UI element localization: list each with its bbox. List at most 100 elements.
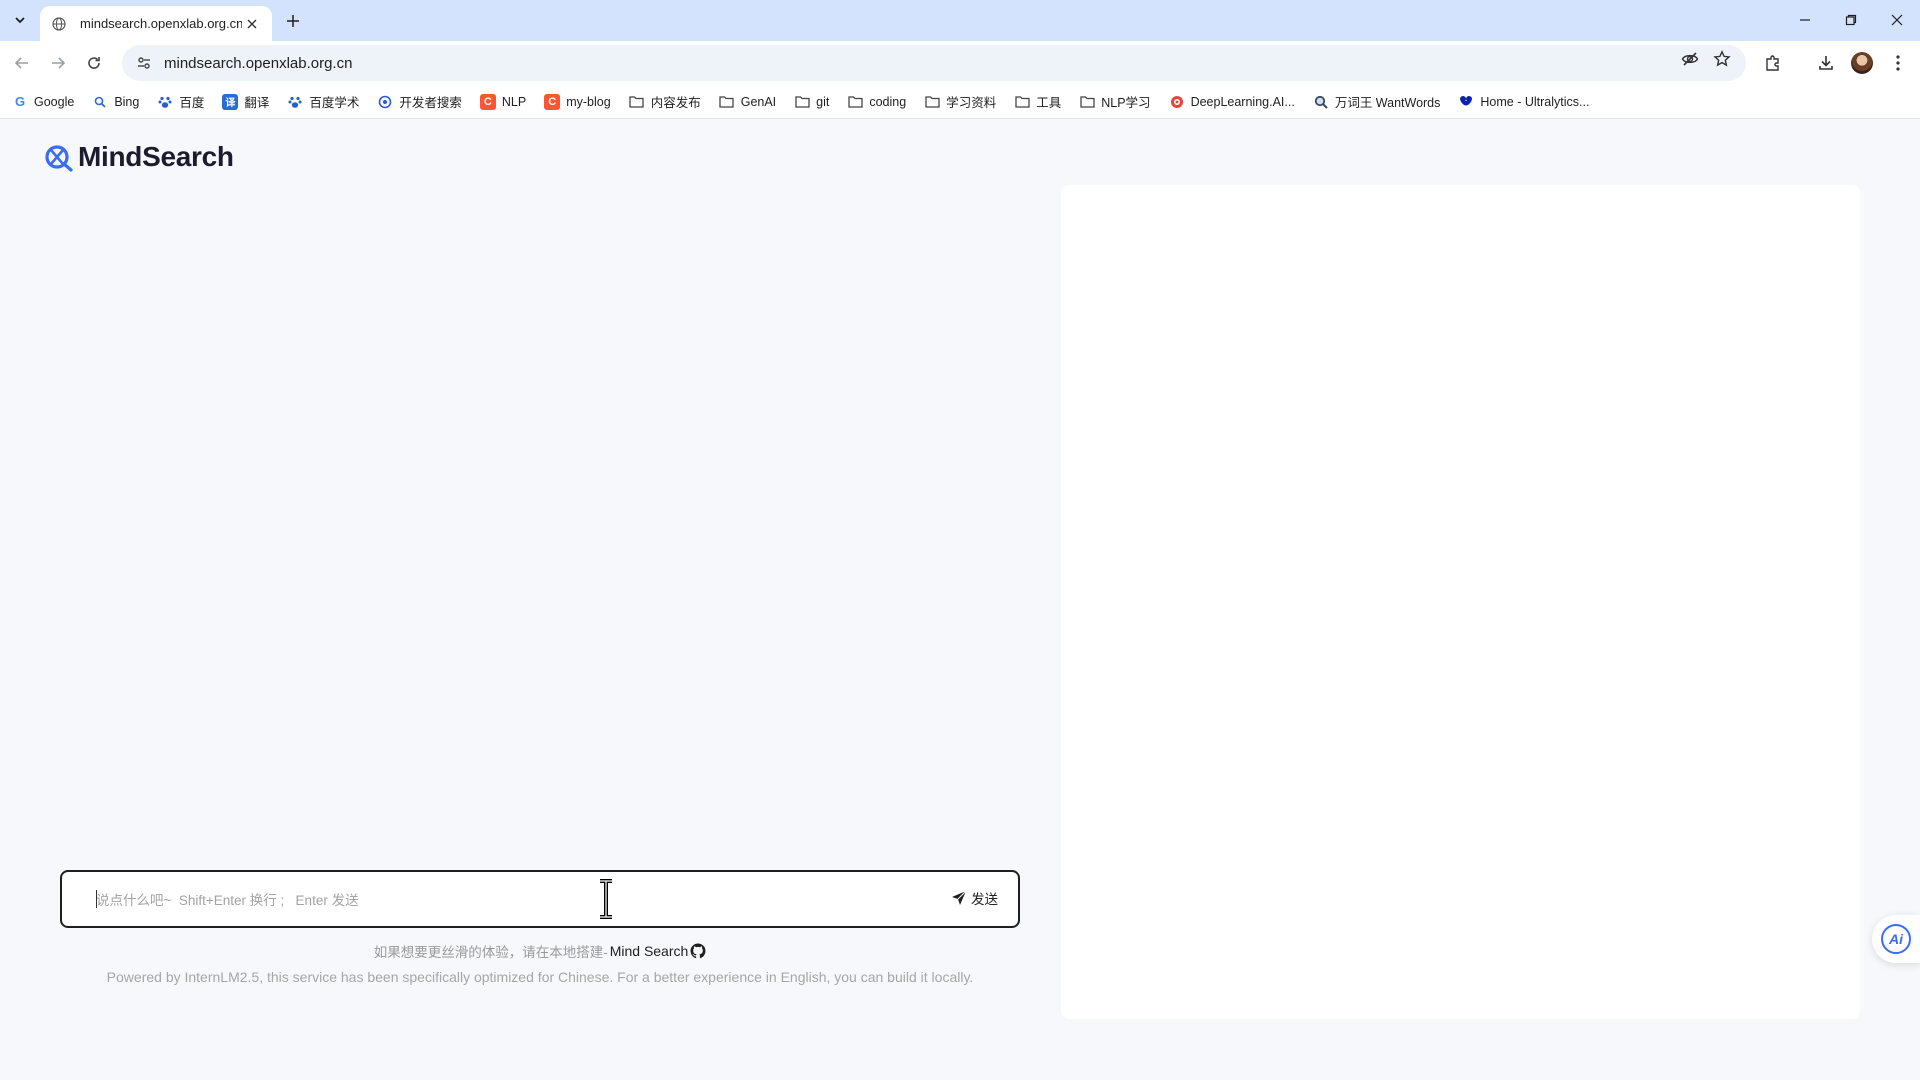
more-vertical-icon xyxy=(1896,55,1900,71)
bookmark-label: Bing xyxy=(114,94,140,109)
magnifier-icon xyxy=(1313,94,1329,110)
tab-close-icon[interactable] xyxy=(242,14,262,34)
bookmark-label: my-blog xyxy=(566,94,611,109)
bookmark-label: 内容发布 xyxy=(650,96,701,110)
close-window-button[interactable] xyxy=(1882,6,1912,34)
bookmark-label: 翻译 xyxy=(244,96,270,110)
github-icon[interactable] xyxy=(690,943,706,959)
forward-button[interactable] xyxy=(44,49,72,77)
bookmark-baidu-scholar[interactable]: 百度学术 xyxy=(287,92,359,111)
bookmark-deeplearning[interactable]: DeepLearning.AI... xyxy=(1169,94,1295,110)
bookmark-label: GenAI xyxy=(740,94,777,109)
local-deploy-note: 如果想要更丝滑的体验，请在本地搭建- Mind Search xyxy=(60,941,1020,961)
downloads-button[interactable] xyxy=(1812,49,1840,77)
folder-icon xyxy=(847,94,863,110)
bookmark-folder-study[interactable]: 学习资料 xyxy=(924,92,996,111)
bookmark-label: 万词王 WantWords xyxy=(1334,96,1441,110)
browser-tab-active[interactable]: mindsearch.openxlab.org.cn xyxy=(40,6,272,41)
bookmark-label: NLP学习 xyxy=(1101,96,1151,110)
text-caret xyxy=(96,890,97,908)
bookmark-ultralytics[interactable]: Home - Ultralytics... xyxy=(1458,94,1589,110)
bookmark-dev-search[interactable]: 开发者搜索 xyxy=(377,92,462,111)
deeplearning-icon xyxy=(1169,94,1185,110)
bookmark-star-icon[interactable] xyxy=(1708,49,1736,69)
bookmark-wantwords[interactable]: 万词王 WantWords xyxy=(1313,92,1441,111)
ai-assistant-button[interactable]: Ai xyxy=(1872,915,1920,963)
bookmark-google[interactable]: G Google xyxy=(12,94,74,110)
bookmark-label: DeepLearning.AI... xyxy=(1190,94,1295,109)
bookmark-label: Google xyxy=(34,94,75,109)
dev-search-icon xyxy=(377,94,393,110)
new-tab-button[interactable] xyxy=(280,8,306,34)
bookmark-bing[interactable]: Bing xyxy=(92,94,139,110)
address-bar[interactable]: mindsearch.openxlab.org.cn xyxy=(122,45,1746,81)
text-cursor-icon xyxy=(600,879,612,919)
ultralytics-icon xyxy=(1458,94,1474,110)
bookmark-label: 工具 xyxy=(1036,96,1062,110)
chat-input-box[interactable]: 发送 xyxy=(60,870,1020,928)
bookmark-baidu[interactable]: 百度 xyxy=(157,92,204,111)
folder-icon xyxy=(1014,94,1030,110)
browser-menu-button[interactable] xyxy=(1884,49,1912,77)
bookmark-folder-tools[interactable]: 工具 xyxy=(1014,92,1061,111)
back-button[interactable] xyxy=(8,49,36,77)
app-logo[interactable]: MindSearch xyxy=(42,141,234,173)
tracking-protection-icon[interactable] xyxy=(1676,49,1704,69)
restore-button[interactable] xyxy=(1836,6,1866,34)
bookmark-label: 开发者搜索 xyxy=(399,96,462,110)
tab-search-button[interactable] xyxy=(8,8,32,32)
download-icon xyxy=(1819,56,1833,70)
bookmark-folder-genai[interactable]: GenAI xyxy=(719,94,776,110)
bookmark-folder-content[interactable]: 内容发布 xyxy=(629,92,701,111)
arrow-left-icon xyxy=(14,57,28,69)
bookmark-folder-nlp-study[interactable]: NLP学习 xyxy=(1079,92,1151,111)
page-content: MindSearch 发送 如果想要更丝滑的体验，请在本地搭建- Mind Se… xyxy=(0,119,1920,1080)
minimize-icon xyxy=(1800,19,1810,21)
bookmark-nlp[interactable]: C NLP xyxy=(479,93,527,110)
csdn-icon: C xyxy=(479,93,496,110)
close-icon xyxy=(1891,14,1903,26)
bookmarks-bar: G Google Bing 百度 译翻译 百度学术 开发者搜索 C NLP Cmy-… xyxy=(0,85,1920,119)
bookmark-translate[interactable]: 译翻译 xyxy=(222,92,269,111)
ai-badge-icon: Ai xyxy=(1881,924,1911,954)
reload-button[interactable] xyxy=(80,49,108,77)
puzzle-icon xyxy=(1766,55,1779,71)
baidu-paw-icon xyxy=(157,94,173,110)
bookmark-label: 学习资料 xyxy=(946,96,997,110)
minimize-button[interactable] xyxy=(1790,6,1820,34)
search-graph-panel xyxy=(1061,185,1860,1019)
bing-search-icon xyxy=(92,94,108,110)
local-deploy-text: 如果想要更丝滑的体验，请在本地搭建- xyxy=(373,945,608,960)
bookmark-label: coding xyxy=(869,94,907,109)
bookmark-label: git xyxy=(816,94,830,109)
tab-title: mindsearch.openxlab.org.cn xyxy=(80,16,242,31)
bookmark-label: 百度学术 xyxy=(309,96,360,110)
plus-icon xyxy=(287,15,299,27)
app-title: MindSearch xyxy=(78,141,234,172)
mind-search-repo-link[interactable]: Mind Search xyxy=(610,943,689,959)
chat-input[interactable] xyxy=(96,888,876,912)
bookmark-my-blog[interactable]: Cmy-blog xyxy=(544,93,611,110)
send-button[interactable]: 发送 xyxy=(951,888,998,908)
address-url: mindsearch.openxlab.org.cn xyxy=(164,54,353,72)
folder-icon xyxy=(719,94,735,110)
send-icon xyxy=(952,890,967,905)
baidu-paw-icon xyxy=(287,94,303,110)
extensions-button[interactable] xyxy=(1759,49,1787,77)
browser-toolbar: mindsearch.openxlab.org.cn xyxy=(0,41,1920,85)
bookmark-folder-git[interactable]: git xyxy=(794,94,829,110)
site-settings-icon[interactable] xyxy=(134,53,154,73)
globe-icon xyxy=(52,16,68,32)
bookmark-folder-coding[interactable]: coding xyxy=(847,94,906,110)
translate-icon: 译 xyxy=(222,93,239,110)
folder-icon xyxy=(1079,94,1095,110)
folder-icon xyxy=(924,94,940,110)
bookmark-label: 百度 xyxy=(179,96,205,110)
bookmark-label: Home - Ultralytics... xyxy=(1480,94,1590,109)
powered-by-note: Powered by InternLM2.5, this service has… xyxy=(106,969,974,985)
avatar xyxy=(1851,52,1873,74)
bookmark-label: NLP xyxy=(501,94,527,109)
folder-icon xyxy=(794,94,810,110)
profile-button[interactable] xyxy=(1848,49,1876,77)
reload-icon xyxy=(88,57,100,69)
